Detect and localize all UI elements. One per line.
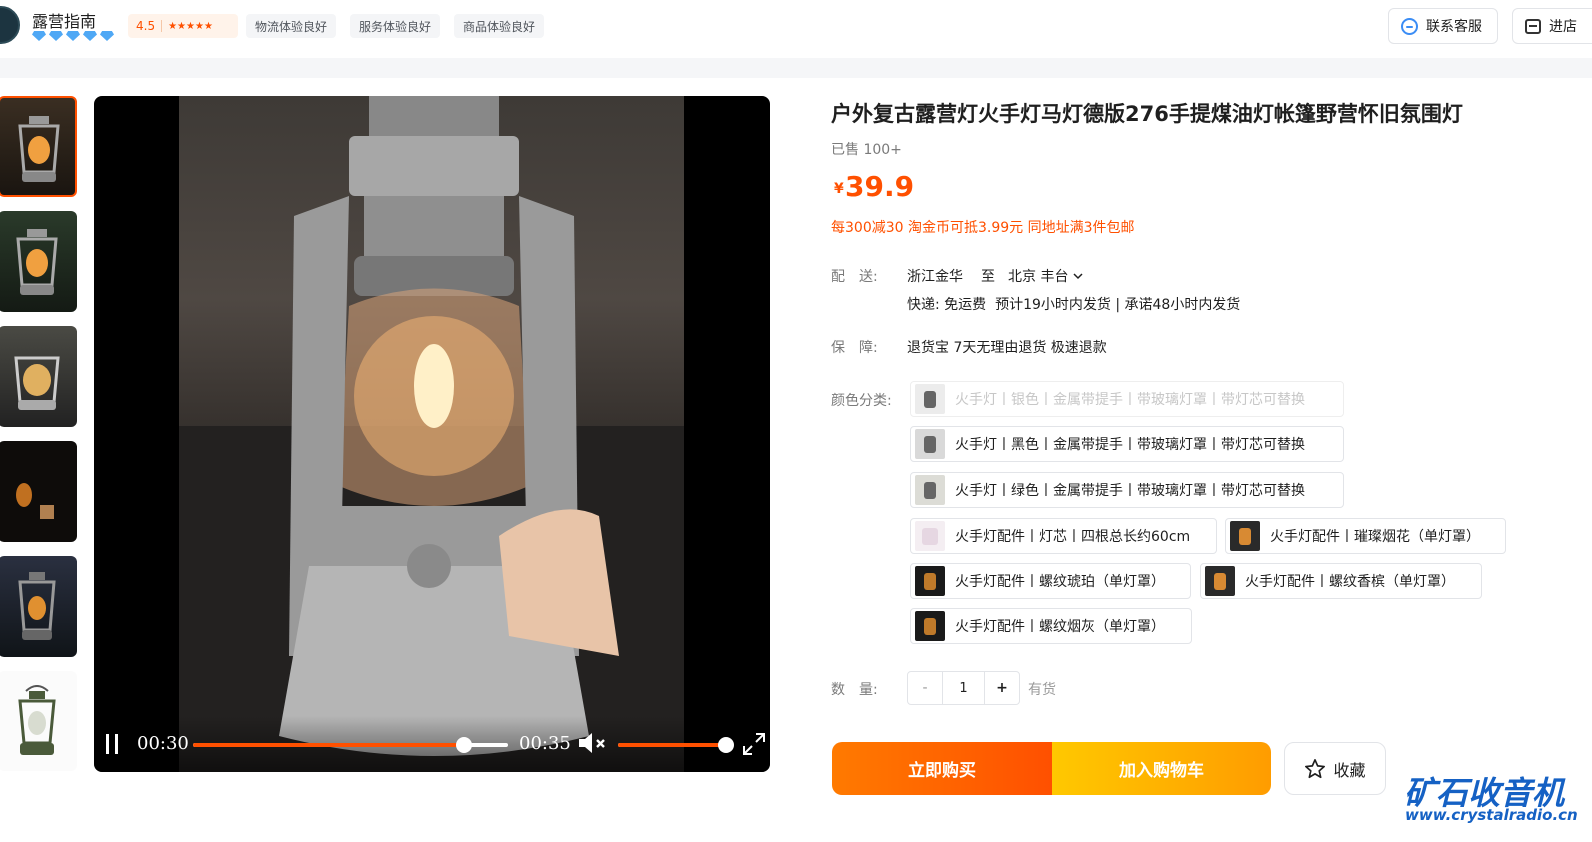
option-label: 火手灯配件丨螺纹琥珀（单灯罩） [955,574,1165,590]
quantity-input[interactable]: 1 [942,672,985,704]
video-frame [179,96,684,772]
buy-now-button[interactable]: 立即购买 [832,742,1052,795]
shop-tag-logistics: 物流体验良好 [246,14,337,38]
sold-count: 已售 100+ [831,142,902,158]
lantern-icon [16,483,54,519]
option-thumbnail [915,566,945,596]
shop-name[interactable]: 露营指南 [32,8,96,32]
promotion-text: 每300减30 淘金币可抵3.99元 同地址满3件包邮 [831,220,1135,236]
contact-service-button[interactable]: 联系客服 [1388,8,1498,44]
favorite-button[interactable]: 收藏 [1284,742,1386,795]
volume-fill [618,743,726,747]
gallery-thumbnail[interactable] [0,556,77,657]
currency-symbol: ¥ [834,181,844,197]
rating-stars-icon: ★★★★★ [168,20,213,32]
lantern-icon [18,572,56,640]
color-option-green[interactable]: 火手灯丨绿色丨金属带提手丨带玻璃灯罩丨带灯芯可替换 [910,472,1344,508]
product-video-player[interactable]: 00:30 00:35 [94,96,770,772]
color-option-amber[interactable]: 火手灯配件丨螺纹琥珀（单灯罩） [910,563,1191,599]
divider [161,20,163,32]
gallery-thumbnail[interactable] [0,441,77,542]
ship-to-selector[interactable]: 北京 丰台 [1008,266,1084,286]
option-label: 火手灯配件丨螺纹烟灰（单灯罩） [955,619,1165,635]
header-separator [0,58,1592,78]
diamond-icon [31,31,47,41]
ship-to-word: 至 [981,269,995,285]
mute-icon[interactable] [577,732,607,754]
guarantee-label: 保 障: [831,340,878,356]
video-progress-fill [193,743,464,747]
option-thumbnail [915,521,945,551]
chevron-down-icon [1073,273,1083,280]
option-thumbnail [1230,521,1260,551]
option-label: 火手灯配件丨璀璨烟花（单灯罩） [1270,529,1480,545]
gallery-thumbnail[interactable] [0,326,77,427]
option-thumbnail [915,611,945,641]
enter-shop-label: 进店 [1549,19,1577,35]
video-seek-handle[interactable] [455,737,472,753]
diamond-icon [99,31,115,41]
diamond-icon [48,31,64,41]
lantern-icon [16,229,58,295]
color-option-champagne[interactable]: 火手灯配件丨螺纹香槟（单灯罩） [1200,563,1482,599]
shop-logo[interactable] [0,6,20,44]
color-label: 颜色分类: [831,393,892,409]
diamond-icon [82,31,98,41]
gallery-thumbnail[interactable] [0,211,77,312]
option-label: 火手灯配件丨螺纹香槟（单灯罩） [1245,574,1455,590]
color-option-fireworks[interactable]: 火手灯配件丨璀璨烟花（单灯罩） [1225,518,1506,554]
shop-header: 露营指南 4.5 ★★★★★ 物流体验良好 服务体验良好 商品体验良好 联系客服… [0,0,1592,56]
watermark-url: www.crystalradio.cn [1405,806,1578,824]
enter-shop-button[interactable]: 进店 [1512,8,1592,44]
lantern-icon [18,116,60,182]
contact-service-label: 联系客服 [1426,19,1482,35]
guarantee-text: 退货宝 7天无理由退货 极速退款 [907,340,1107,356]
shop-tag-service: 服务体验良好 [350,14,441,38]
color-option-wick[interactable]: 火手灯配件丨灯芯丨四根总长约60cm [910,518,1217,554]
diamond-icon [65,31,81,41]
shop-tag-product: 商品体验良好 [454,14,545,38]
shop-rating: 4.5 ★★★★★ [128,14,238,38]
option-label: 火手灯丨黑色丨金属带提手丨带玻璃灯罩丨带灯芯可替换 [955,437,1305,453]
pause-icon[interactable] [106,734,120,754]
option-thumbnail [915,384,945,414]
delivery-label: 配 送: [831,269,878,285]
gallery-thumbnail[interactable] [0,671,77,771]
customer-service-icon [1401,17,1418,35]
ship-to-location: 北京 丰台 [1008,269,1069,285]
product-price: 39.9 [845,170,915,203]
star-icon [1305,758,1326,778]
product-title: 户外复古露营灯火手灯马灯德版276手提煤油灯帐篷野营怀旧氛围灯 [831,102,1463,126]
lantern-video-image [179,96,684,772]
option-thumbnail [915,475,945,505]
quantity-stepper: - 1 + [907,671,1020,705]
volume-handle[interactable] [718,737,734,753]
video-duration: 00:35 [519,733,571,754]
shop-level-diamonds [31,31,115,41]
shop-icon [1525,18,1541,34]
volume-slider[interactable] [618,743,726,747]
option-label: 火手灯丨绿色丨金属带提手丨带玻璃灯罩丨带灯芯可替换 [955,483,1305,499]
color-option-black[interactable]: 火手灯丨黑色丨金属带提手丨带玻璃灯罩丨带灯芯可替换 [910,426,1344,462]
fullscreen-icon[interactable] [742,732,766,756]
option-thumbnail [1205,566,1235,596]
video-current-time: 00:30 [137,733,189,754]
option-label: 火手灯配件丨灯芯丨四根总长约60cm [955,529,1191,545]
color-option-silver: 火手灯丨银色丨金属带提手丨带玻璃灯罩丨带灯芯可替换 [910,381,1344,417]
lantern-icon [18,685,56,755]
lantern-icon [14,356,60,410]
add-to-cart-button[interactable]: 加入购物车 [1052,742,1271,795]
rating-score: 4.5 [136,19,156,33]
option-label: 火手灯丨银色丨金属带提手丨带玻璃灯罩丨带灯芯可替换 [955,392,1305,408]
quantity-label: 数 量: [831,682,878,698]
color-option-smoke[interactable]: 火手灯配件丨螺纹烟灰（单灯罩） [910,608,1192,644]
favorite-label: 收藏 [1333,760,1366,780]
quantity-decrease-button[interactable]: - [908,672,942,704]
stock-status: 有货 [1028,682,1056,698]
option-thumbnail [915,429,945,459]
quantity-increase-button[interactable]: + [985,672,1019,704]
gallery-thumbnail[interactable] [0,96,77,197]
ship-from: 浙江金华 [907,269,963,285]
shipping-detail: 快递: 免运费 预计19小时内发货 | 承诺48小时内发货 [907,297,1241,313]
